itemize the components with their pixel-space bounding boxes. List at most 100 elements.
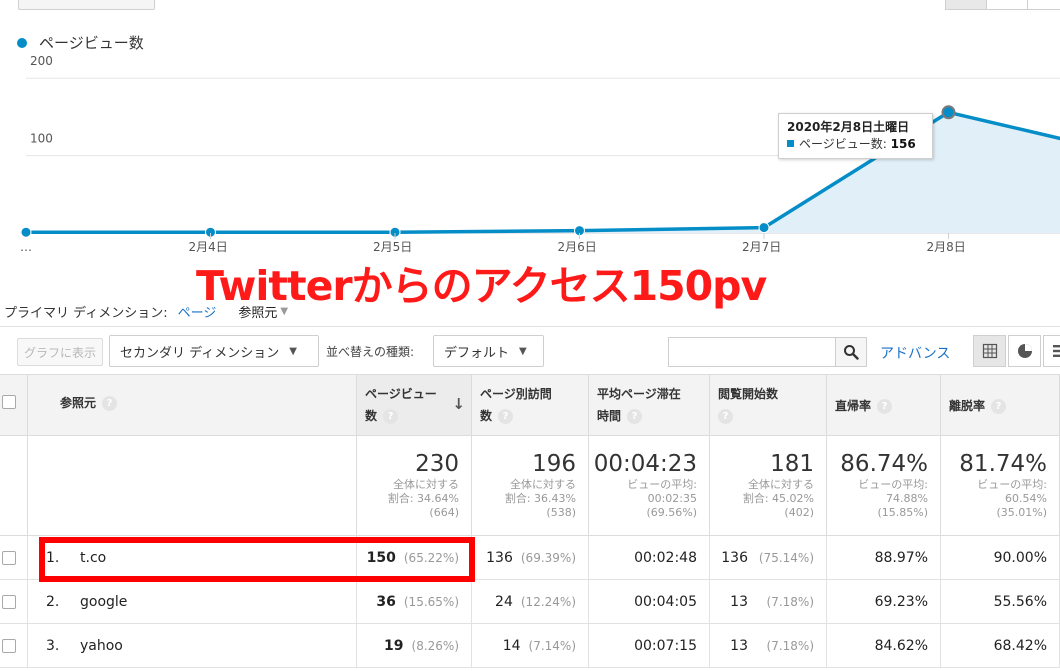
header-entrances[interactable]: 閲覧開始数? [710,374,827,436]
table-row[interactable]: 3. yahoo 19 (8.26%) 14 (7.14%) 00:07:15 13 (… [0,624,1060,668]
header-select-all[interactable] [0,374,28,436]
help-icon[interactable]: ? [718,409,733,424]
y-tick-label: 100 [30,132,53,146]
help-icon[interactable]: ? [627,409,643,424]
row-pageviews-value: 19 [384,638,404,654]
pie-view-button[interactable] [1008,335,1041,367]
totals-avg-time: 00:04:23 ビューの平均: 00:02:35 (69.56%) [589,436,710,536]
primary-dimension-bar: プライマリ ディメンション: ページ 参照元 ▼ [4,302,288,321]
search-icon [844,345,859,360]
highlight-annotation-box [39,537,475,582]
totals-exit: 81.74% ビューの平均: 60.54% (35.01%) [941,436,1060,536]
row-avg-time-value: 00:04:05 [634,594,697,610]
help-icon[interactable]: ? [102,396,118,411]
chart-view-week-button[interactable] [986,0,1028,10]
row-unique-pct: (69.39%) [520,551,576,565]
header-unique-pageviews[interactable]: ページ別訪問数? [472,374,589,436]
totals-exit-sub1: ビューの平均: [977,478,1047,491]
tooltip-row: ページビュー数: 156 [787,136,924,153]
table-view-button[interactable] [973,335,1006,367]
totals-entrances-sub1: 全体に対する [748,478,814,491]
table-search-input[interactable] [668,337,836,367]
primary-dimension-page-link[interactable]: ページ [178,302,217,321]
chart-view-month-button[interactable] [1027,0,1060,10]
chevron-down-icon: ▼ [289,345,297,357]
totals-unique-sub2: 割合: 36.43% [504,492,576,505]
row-number: 2. [46,594,60,610]
help-icon[interactable]: ? [498,409,514,424]
select-all-checkbox[interactable] [2,395,16,409]
top-toolbar-button[interactable] [18,0,155,10]
tooltip-series-label: ページビュー数: [799,137,887,151]
totals-exit-sub2: 60.54% [1005,492,1047,505]
help-icon[interactable]: ? [383,409,399,424]
row-source-cell[interactable]: 2. google [28,580,357,624]
row-bounce-value: 69.23% [874,594,928,610]
row-pageviews-value: 36 [376,594,396,610]
row-checkbox[interactable] [2,551,16,565]
row-entrances-pct: (75.14%) [758,551,814,565]
list-view-button[interactable] [1043,335,1060,367]
row-avg-time-value: 00:07:15 [634,638,697,654]
row-exit-cell: 68.42% [941,624,1060,668]
row-entrances-cell: 13 (7.18%) [710,580,827,624]
row-bounce-value: 88.97% [874,550,928,566]
row-pageviews-pct: (8.26%) [411,639,459,653]
table-row[interactable]: 2. google 36 (15.65%) 24 (12.24%) 00:04:05 … [0,580,1060,624]
header-avg-time[interactable]: 平均ページ滞在 時間? [589,374,710,436]
header-exit-rate[interactable]: 離脱率? [941,374,1060,436]
row-entrances-value: 136 [721,550,748,566]
chart-view-day-button[interactable] [945,0,987,10]
header-bounce-rate[interactable]: 直帰率? [827,374,941,436]
y-tick-label: 200 [30,55,53,68]
chart-tooltip: 2020年2月8日土曜日 ページビュー数: 156 [778,113,933,159]
row-checkbox[interactable] [2,639,16,653]
row-source-link[interactable]: google [80,594,127,610]
pie-chart-icon [1017,344,1032,358]
row-checkbox-cell[interactable] [0,536,28,580]
row-checkbox-cell[interactable] [0,624,28,668]
row-entrances-value: 13 [730,638,748,654]
search-button[interactable] [835,337,867,367]
header-pageviews[interactable]: ページビュー数? ↓ [357,374,472,436]
totals-bounce-sub2: 74.88% [886,492,928,505]
row-unique-value: 136 [486,550,513,566]
row-source-link[interactable]: yahoo [80,638,123,654]
data-point [758,222,770,234]
help-icon[interactable]: ? [877,399,893,414]
totals-pageviews-sub2: 割合: 34.64% [387,492,459,505]
totals-unique: 196 全体に対する 割合: 36.43% (538) [472,436,589,536]
series-square-icon [787,140,794,147]
secondary-dimension-select[interactable]: セカンダリ ディメンション ▼ [109,335,319,367]
row-bounce-value: 84.62% [874,638,928,654]
totals-unique-value: 196 [532,451,576,477]
totals-unique-sub1: 全体に対する [510,478,576,491]
row-checkbox[interactable] [2,595,16,609]
advanced-filter-link[interactable]: アドバンス [880,343,950,363]
secondary-dimension-label: セカンダリ ディメンション [120,345,280,361]
row-source-cell[interactable]: 3. yahoo [28,624,357,668]
row-entrances-cell: 13 (7.18%) [710,624,827,668]
totals-exit-value: 81.74% [959,451,1047,477]
header-source[interactable]: 参照元? [28,374,357,436]
totals-entrances-value: 181 [770,451,814,477]
data-point [941,105,956,120]
tooltip-date: 2020年2月8日土曜日 [787,120,910,134]
row-unique-value: 24 [495,594,513,610]
sort-type-select[interactable]: デフォルト ▼ [433,335,544,367]
x-tick-label: … [20,240,32,254]
help-icon[interactable]: ? [991,399,1007,414]
totals-entrances: 181 全体に対する 割合: 45.02% (402) [710,436,827,536]
grid-icon [982,343,997,359]
primary-dimension-label: プライマリ ディメンション: [4,306,168,321]
row-exit-value: 55.56% [993,594,1047,610]
chevron-down-icon[interactable]: ▼ [280,306,288,317]
primary-dimension-current[interactable]: 参照元 [238,302,277,321]
totals-bounce-sub3: (15.85%) [877,506,928,519]
row-exit-cell: 90.00% [941,536,1060,580]
row-checkbox-cell[interactable] [0,580,28,624]
header-bounce-label: 直帰率 [835,399,872,413]
totals-bounce: 86.74% ビューの平均: 74.88% (15.85%) [827,436,941,536]
plot-rows-button[interactable]: グラフに表示 [17,338,103,366]
sort-type-label: 並べ替えの種類: [326,345,415,359]
